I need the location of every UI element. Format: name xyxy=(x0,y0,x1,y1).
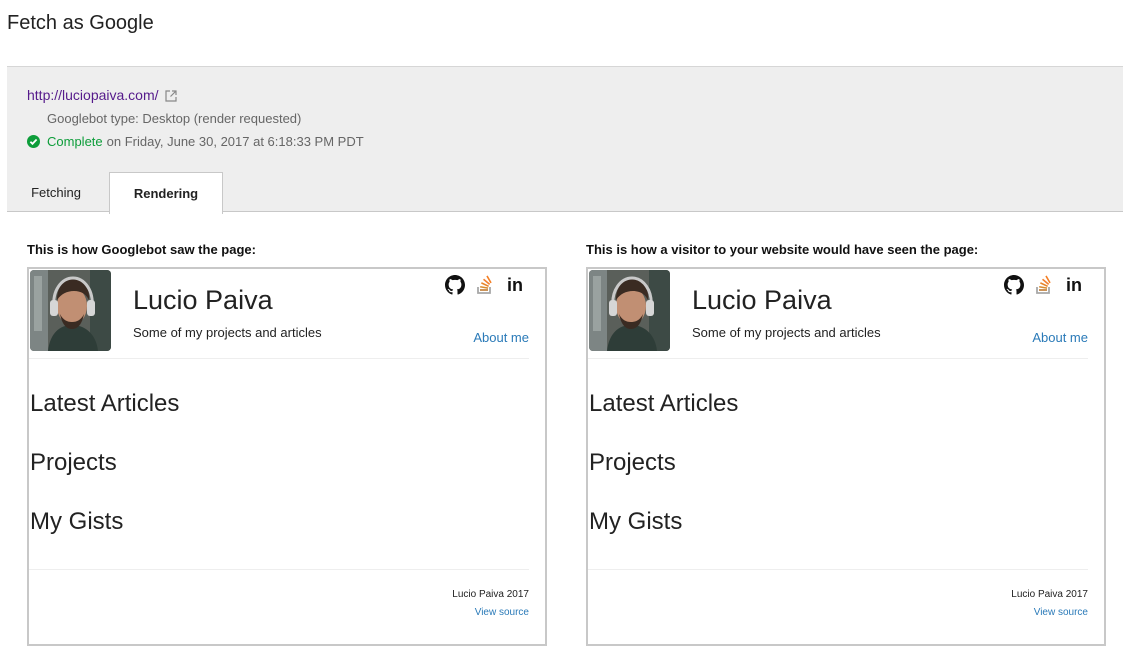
footer-copyright: Lucio Paiva 2017 xyxy=(452,589,529,600)
googlebot-caption: This is how Googlebot saw the page: xyxy=(27,242,256,257)
status-date: on Friday, June 30, 2017 at 6:18:33 PM P… xyxy=(106,134,364,149)
site-tagline: Some of my projects and articles xyxy=(692,325,881,340)
linkedin-icon[interactable]: in xyxy=(505,275,525,295)
check-circle-icon xyxy=(27,135,40,148)
stackoverflow-icon[interactable] xyxy=(475,275,495,295)
footer-copyright: Lucio Paiva 2017 xyxy=(1011,589,1088,600)
social-links: in xyxy=(1004,275,1084,295)
fetched-url-row: http://luciopaiva.com/ xyxy=(27,87,177,103)
external-link-icon[interactable] xyxy=(164,89,177,102)
fetch-result-panel: http://luciopaiva.com/ Googlebot type: D… xyxy=(7,66,1123,214)
tab-fetching[interactable]: Fetching xyxy=(7,172,105,213)
site-tagline: Some of my projects and articles xyxy=(133,325,322,340)
view-source-link[interactable]: View source xyxy=(475,607,529,618)
googlebot-render-frame: Lucio Paiva Some of my projects and arti… xyxy=(27,267,547,646)
section-projects: Projects xyxy=(589,449,676,476)
tab-rendering[interactable]: Rendering xyxy=(109,172,223,214)
fetch-status: Complete on Friday, June 30, 2017 at 6:1… xyxy=(27,134,364,149)
section-projects: Projects xyxy=(30,449,117,476)
social-links: in xyxy=(445,275,525,295)
avatar xyxy=(589,270,670,351)
status-complete: Complete xyxy=(47,134,103,149)
section-latest-articles: Latest Articles xyxy=(30,390,180,417)
fetched-url-link[interactable]: http://luciopaiva.com/ xyxy=(27,87,159,103)
visitor-caption: This is how a visitor to your website wo… xyxy=(586,242,979,257)
avatar xyxy=(30,270,111,351)
visitor-render-frame: Lucio Paiva Some of my projects and arti… xyxy=(586,267,1106,646)
page-title: Fetch as Google xyxy=(7,12,154,34)
view-source-link[interactable]: View source xyxy=(1034,607,1088,618)
header-divider xyxy=(588,358,1088,359)
googlebot-type: Googlebot type: Desktop (render requeste… xyxy=(47,111,302,126)
section-my-gists: My Gists xyxy=(30,508,124,535)
site-name: Lucio Paiva xyxy=(133,285,273,315)
section-my-gists: My Gists xyxy=(589,508,683,535)
site-name: Lucio Paiva xyxy=(692,285,832,315)
stackoverflow-icon[interactable] xyxy=(1034,275,1054,295)
github-icon[interactable] xyxy=(1004,275,1024,295)
section-latest-articles: Latest Articles xyxy=(589,390,739,417)
header-divider xyxy=(29,358,529,359)
footer-divider xyxy=(29,569,529,570)
github-icon[interactable] xyxy=(445,275,465,295)
footer-divider xyxy=(588,569,1088,570)
linkedin-icon[interactable]: in xyxy=(1064,275,1084,295)
about-me-link[interactable]: About me xyxy=(473,330,529,345)
about-me-link[interactable]: About me xyxy=(1032,330,1088,345)
